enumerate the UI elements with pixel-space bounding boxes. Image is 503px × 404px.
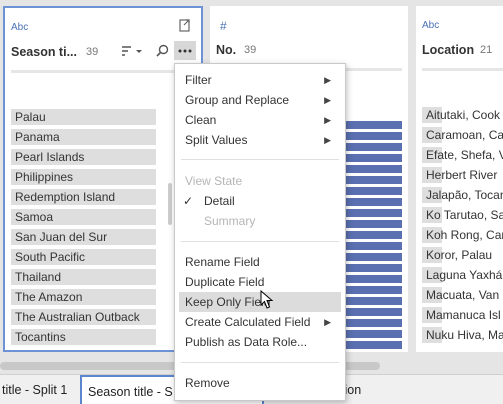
- list-item[interactable]: Philippines: [11, 169, 156, 185]
- menu-item-remove[interactable]: Remove: [175, 373, 345, 393]
- list-item[interactable]: Mamanuca Isl: [422, 307, 503, 323]
- list-item[interactable]: Nuku Hiva, Ma: [422, 327, 503, 343]
- sort-icon[interactable]: [121, 45, 143, 60]
- mouse-cursor-icon: [260, 289, 274, 313]
- histogram-bar[interactable]: [342, 209, 402, 217]
- column-name[interactable]: No.: [216, 43, 236, 57]
- column-count: 21: [480, 44, 493, 56]
- menu-item-label: Split Values: [185, 133, 248, 147]
- menu-item-publish-as-data-role[interactable]: Publish as Data Role...: [175, 332, 345, 352]
- histogram-bar[interactable]: [342, 275, 402, 283]
- header-divider: [422, 68, 503, 71]
- column-name[interactable]: Location: [422, 43, 474, 57]
- menu-item-detail[interactable]: ✓ Detail: [175, 191, 345, 211]
- histogram-bar[interactable]: [342, 176, 402, 184]
- menu-item-filter[interactable]: Filter ▶: [175, 70, 345, 90]
- column-card-location[interactable]: Abc Location 21 Aitutaki, Cook Caramoan,…: [416, 6, 503, 352]
- menu-item-label: Filter: [185, 73, 212, 87]
- histogram-bar[interactable]: [342, 330, 402, 338]
- histogram-bar[interactable]: [342, 341, 402, 349]
- histogram-bar[interactable]: [342, 319, 402, 327]
- list-item[interactable]: Herbert River: [422, 167, 503, 183]
- tab-split-1[interactable]: title - Split 1: [2, 375, 78, 404]
- list-item[interactable]: Aitutaki, Cook: [422, 107, 503, 123]
- list-item[interactable]: Palau: [11, 109, 156, 125]
- submenu-arrow-icon: ▶: [324, 75, 331, 85]
- list-item[interactable]: Koror, Palau: [422, 247, 503, 263]
- list-item[interactable]: Ko Tarutao, Sa: [422, 207, 503, 223]
- list-item[interactable]: Efate, Shefa, V: [422, 147, 503, 163]
- column-card-season-title[interactable]: Abc Season ti... 39 Palau Panama Pearl I…: [3, 6, 203, 352]
- histogram-bar[interactable]: [342, 231, 402, 239]
- column-count: 39: [86, 46, 99, 58]
- histogram-bar[interactable]: [342, 198, 402, 206]
- histogram-bar[interactable]: [342, 165, 402, 173]
- menu-separator: [181, 159, 339, 160]
- menu-item-group-and-replace[interactable]: Group and Replace ▶: [175, 90, 345, 110]
- menu-item-label: Create Calculated Field: [185, 315, 311, 329]
- list-item[interactable]: Jalapão, Tocan: [422, 187, 503, 203]
- menu-item-split-values[interactable]: Split Values ▶: [175, 130, 345, 150]
- menu-separator: [181, 241, 339, 242]
- submenu-arrow-icon: ▶: [324, 95, 331, 105]
- list-item[interactable]: The Amazon: [11, 289, 156, 305]
- tab-location[interactable]: tion: [341, 375, 401, 404]
- list-item[interactable]: The Australian Outback: [11, 309, 156, 325]
- checkmark-icon: ✓: [183, 194, 194, 208]
- menu-item-duplicate-field[interactable]: Duplicate Field: [175, 272, 345, 292]
- histogram-bar[interactable]: [342, 264, 402, 272]
- search-icon[interactable]: [156, 44, 169, 60]
- string-type-tag: Abc: [11, 22, 29, 33]
- histogram-bar[interactable]: [342, 286, 402, 294]
- submenu-arrow-icon: ▶: [324, 317, 331, 327]
- submenu-arrow-icon: ▶: [324, 115, 331, 125]
- list-item[interactable]: Macuata, Van: [422, 287, 503, 303]
- menu-heading-view-state: View State: [185, 174, 243, 188]
- menu-item-summary: Summary: [204, 214, 256, 228]
- list-item[interactable]: Samoa: [11, 209, 156, 225]
- switch-view-icon[interactable]: [179, 19, 191, 35]
- histogram-bar[interactable]: [342, 308, 402, 316]
- menu-separator: [181, 362, 339, 363]
- menu-item-label: Group and Replace: [185, 93, 290, 107]
- histogram-bar[interactable]: [342, 143, 402, 151]
- list-item[interactable]: Caramoan, Ca: [422, 127, 503, 143]
- list-item[interactable]: Laguna Yaxhá: [422, 267, 503, 283]
- menu-item-label: Detail: [204, 194, 235, 208]
- number-type-tag: #: [220, 19, 227, 33]
- list-item[interactable]: Koh Rong, Cam: [422, 227, 503, 243]
- list-item[interactable]: Thailand: [11, 269, 156, 285]
- list-item[interactable]: Redemption Island: [11, 189, 156, 205]
- histogram-bar[interactable]: [342, 187, 402, 195]
- string-type-tag: Abc: [422, 20, 440, 31]
- list-scrollbar[interactable]: [168, 183, 172, 225]
- value-list: Palau Panama Pearl Islands Philippines R…: [11, 109, 156, 349]
- list-item[interactable]: Tocantins: [11, 329, 156, 345]
- more-options-icon[interactable]: [174, 41, 196, 60]
- menu-item-rename-field[interactable]: Rename Field: [175, 252, 345, 272]
- list-item[interactable]: Panama: [11, 129, 156, 145]
- histogram-bar[interactable]: [342, 121, 402, 129]
- submenu-arrow-icon: ▶: [324, 135, 331, 145]
- menu-item-clean[interactable]: Clean ▶: [175, 110, 345, 130]
- histogram-bar[interactable]: [342, 242, 402, 250]
- histogram-bar[interactable]: [342, 297, 402, 305]
- menu-item-create-calculated-field[interactable]: Create Calculated Field ▶: [175, 312, 345, 332]
- histogram-bar[interactable]: [342, 253, 402, 261]
- column-context-menu: Filter ▶ Group and Replace ▶ Clean ▶ Split …: [174, 63, 346, 401]
- column-count: 39: [244, 44, 257, 56]
- list-item[interactable]: South Pacific: [11, 249, 156, 265]
- histogram: [342, 121, 402, 352]
- list-item[interactable]: Pearl Islands: [11, 149, 156, 165]
- column-name[interactable]: Season ti...: [11, 45, 77, 59]
- value-list: Aitutaki, Cook Caramoan, Ca Efate, Shefa…: [422, 107, 503, 347]
- histogram-bar[interactable]: [342, 132, 402, 140]
- menu-item-label: Clean: [185, 113, 217, 127]
- histogram-bar[interactable]: [342, 154, 402, 162]
- list-item[interactable]: San Juan del Sur: [11, 229, 156, 245]
- header-divider: [11, 70, 199, 73]
- histogram-bar[interactable]: [342, 220, 402, 228]
